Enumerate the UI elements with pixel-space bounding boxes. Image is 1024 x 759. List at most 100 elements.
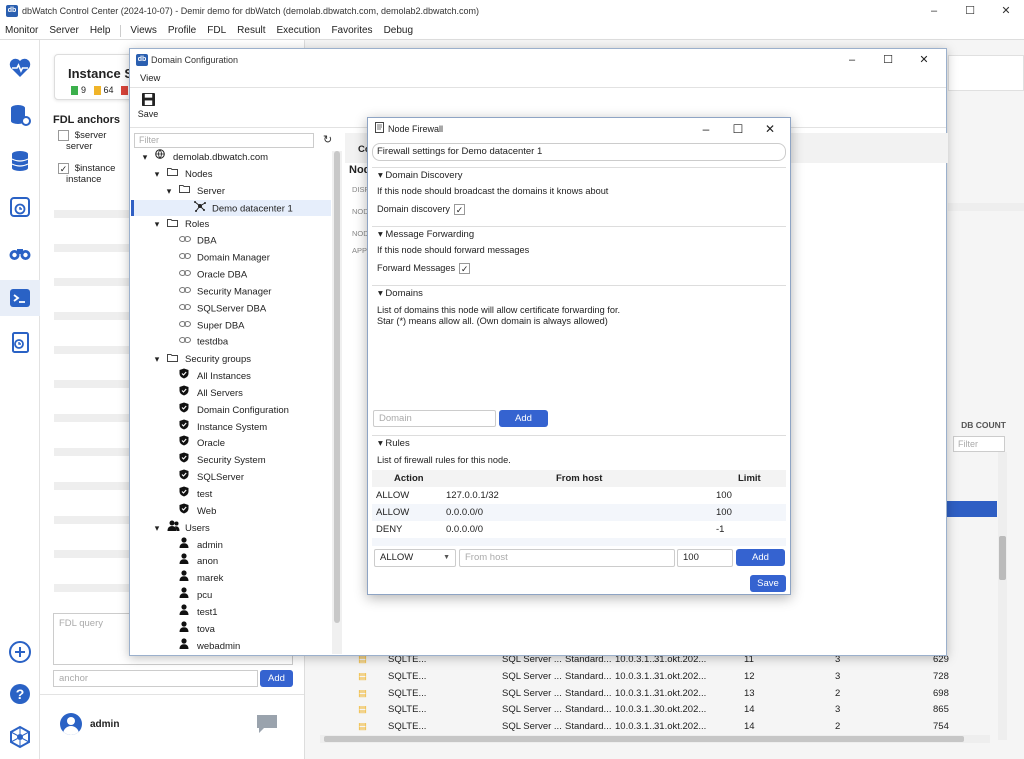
add-anchor-button[interactable]: Add bbox=[260, 670, 293, 687]
rules-header[interactable]: ▾ Rules bbox=[372, 435, 786, 451]
menu-fdl[interactable]: FDL bbox=[207, 25, 226, 36]
menu-execution[interactable]: Execution bbox=[277, 25, 321, 36]
tree-item[interactable]: SQLServer DBA bbox=[131, 301, 331, 317]
tree-item[interactable]: Web bbox=[131, 503, 331, 519]
heartbeat-icon[interactable] bbox=[8, 56, 32, 80]
chevron-down-icon[interactable]: ▾ bbox=[139, 149, 151, 165]
table-row[interactable]: ALLOW 0.0.0.0/0 100 bbox=[372, 504, 786, 521]
table-row[interactable]: ▤ SQLTE... SQL Server ... Standard... 10… bbox=[320, 702, 1000, 718]
domain-input[interactable]: Domain bbox=[373, 410, 496, 427]
domains-header[interactable]: ▾ Domains bbox=[372, 285, 786, 301]
terminal-icon[interactable] bbox=[0, 280, 40, 316]
limit-input[interactable]: 100 bbox=[677, 549, 733, 567]
tree-item[interactable]: test bbox=[131, 486, 331, 502]
add-icon[interactable] bbox=[8, 640, 32, 664]
tree-item[interactable]: ▾ Roles bbox=[131, 216, 331, 232]
firewall-title-bar[interactable]: Node Firewall – ☐ ✕ bbox=[368, 118, 790, 140]
database-stack-icon[interactable] bbox=[8, 149, 32, 173]
help-icon[interactable]: ? bbox=[8, 682, 32, 706]
tree-item[interactable]: Demo datacenter 1 bbox=[131, 199, 331, 216]
tree-item[interactable]: ▾ demolab.dbwatch.com bbox=[131, 149, 331, 165]
tree-item[interactable]: DBA bbox=[131, 233, 331, 249]
tree-item[interactable]: Instance System bbox=[131, 419, 331, 435]
menu-profile[interactable]: Profile bbox=[168, 25, 196, 36]
maximize-button[interactable]: ☐ bbox=[952, 0, 988, 22]
selected-row[interactable] bbox=[947, 501, 997, 517]
add-domain-button[interactable]: Add bbox=[499, 410, 548, 427]
minimize-button[interactable]: – bbox=[690, 118, 722, 140]
tree-item[interactable]: anon bbox=[131, 553, 331, 569]
domain-config-title-bar[interactable]: db Domain Configuration – ☐ ✕ bbox=[130, 49, 946, 71]
tree-item[interactable]: Oracle DBA bbox=[131, 267, 331, 283]
refresh-icon[interactable]: ↻ bbox=[323, 133, 332, 146]
menu-favorites[interactable]: Favorites bbox=[331, 25, 372, 36]
tree-item[interactable]: Security System bbox=[131, 452, 331, 468]
menu-debug[interactable]: Debug bbox=[384, 25, 413, 36]
tree-item[interactable]: webadmin bbox=[131, 638, 331, 654]
chevron-down-icon[interactable]: ▾ bbox=[151, 166, 163, 182]
minimize-button[interactable]: – bbox=[916, 0, 952, 22]
maximize-button[interactable]: ☐ bbox=[870, 49, 906, 71]
anchor-instance-checkbox[interactable]: ✓ bbox=[58, 163, 69, 174]
tree-item[interactable]: Super DBA bbox=[131, 318, 331, 334]
binoculars-icon[interactable] bbox=[8, 240, 32, 264]
anchor-item-server[interactable]: $server server bbox=[58, 130, 106, 152]
tree-item[interactable]: Domain Configuration bbox=[131, 402, 331, 418]
tree-item[interactable]: ▾ Security groups bbox=[131, 351, 331, 367]
chevron-down-icon[interactable]: ▾ bbox=[151, 520, 163, 536]
network-icon[interactable] bbox=[8, 725, 32, 749]
maximize-button[interactable]: ☐ bbox=[722, 118, 754, 140]
close-button[interactable]: ✕ bbox=[754, 118, 786, 140]
from-host-input[interactable]: From host bbox=[459, 549, 675, 567]
tree-item[interactable]: pcu bbox=[131, 587, 331, 603]
menu-server[interactable]: Server bbox=[49, 25, 78, 36]
db-count-header[interactable]: DB COUNT bbox=[948, 420, 1006, 435]
save-toolbar-button[interactable]: Save bbox=[137, 93, 159, 119]
column-header-limit[interactable]: Limit bbox=[738, 470, 761, 487]
scrollbar-thumb[interactable] bbox=[324, 736, 964, 742]
scrollbar-thumb[interactable] bbox=[999, 536, 1006, 580]
close-button[interactable]: ✕ bbox=[988, 0, 1024, 22]
anchor-input[interactable]: anchor bbox=[53, 670, 258, 687]
database-settings-icon[interactable] bbox=[8, 103, 32, 127]
menu-view[interactable]: View bbox=[140, 73, 160, 84]
tree-item[interactable]: Domain Manager bbox=[131, 250, 331, 266]
column-header-action[interactable]: Action bbox=[394, 470, 424, 487]
avatar[interactable] bbox=[60, 713, 82, 735]
domain-discovery-header[interactable]: ▾ Domain Discovery bbox=[372, 167, 786, 183]
tree-scrollbar[interactable] bbox=[332, 151, 342, 654]
tree-item[interactable]: All Instances bbox=[131, 368, 331, 384]
scrollbar-thumb[interactable] bbox=[334, 151, 340, 623]
tree-item[interactable]: tova bbox=[131, 621, 331, 637]
tree-filter-input[interactable]: Filter bbox=[134, 133, 314, 148]
grid-horizontal-scrollbar[interactable] bbox=[320, 735, 990, 743]
forward-messages-checkbox[interactable]: ✓ bbox=[459, 263, 471, 275]
minimize-button[interactable]: – bbox=[834, 49, 870, 71]
chevron-down-icon[interactable]: ▾ bbox=[163, 183, 175, 199]
tree-item[interactable]: All Servers bbox=[131, 385, 331, 401]
table-row[interactable]: ▤ SQLTE... SQL Server ... Standard... 10… bbox=[320, 719, 1000, 735]
table-row[interactable]: DENY 0.0.0.0/0 -1 bbox=[372, 521, 786, 538]
tree-item[interactable]: Security Manager bbox=[131, 284, 331, 300]
tree-item[interactable]: test1 bbox=[131, 604, 331, 620]
close-button[interactable]: ✕ bbox=[906, 49, 942, 71]
tree-item[interactable]: admin bbox=[131, 536, 331, 553]
tree-item[interactable]: Oracle bbox=[131, 435, 331, 451]
chat-icon[interactable] bbox=[255, 713, 279, 738]
table-row[interactable]: ▤ SQLTE... SQL Server ... Standard... 10… bbox=[320, 669, 1000, 685]
tree-item[interactable]: ▾ Server bbox=[131, 183, 331, 199]
table-row[interactable]: ALLOW 127.0.0.1/32 100 bbox=[372, 487, 786, 504]
database-clock-icon[interactable] bbox=[8, 195, 32, 219]
menu-help[interactable]: Help bbox=[90, 25, 111, 36]
message-forwarding-header[interactable]: ▾ Message Forwarding bbox=[372, 226, 786, 242]
db-count-filter[interactable]: Filter bbox=[953, 436, 1005, 452]
chevron-down-icon[interactable]: ▾ bbox=[151, 351, 163, 367]
tree-item[interactable]: marek bbox=[131, 570, 331, 586]
menu-views[interactable]: Views bbox=[130, 25, 157, 36]
domain-discovery-checkbox[interactable]: ✓ bbox=[454, 204, 466, 216]
menu-monitor[interactable]: Monitor bbox=[5, 25, 38, 36]
column-header-from-host[interactable]: From host bbox=[556, 470, 602, 487]
menu-result[interactable]: Result bbox=[237, 25, 265, 36]
action-select[interactable]: ALLOW ▼ bbox=[374, 549, 456, 567]
table-row[interactable]: ▤ SQLTE... SQL Server ... Standard... 10… bbox=[320, 686, 1000, 702]
